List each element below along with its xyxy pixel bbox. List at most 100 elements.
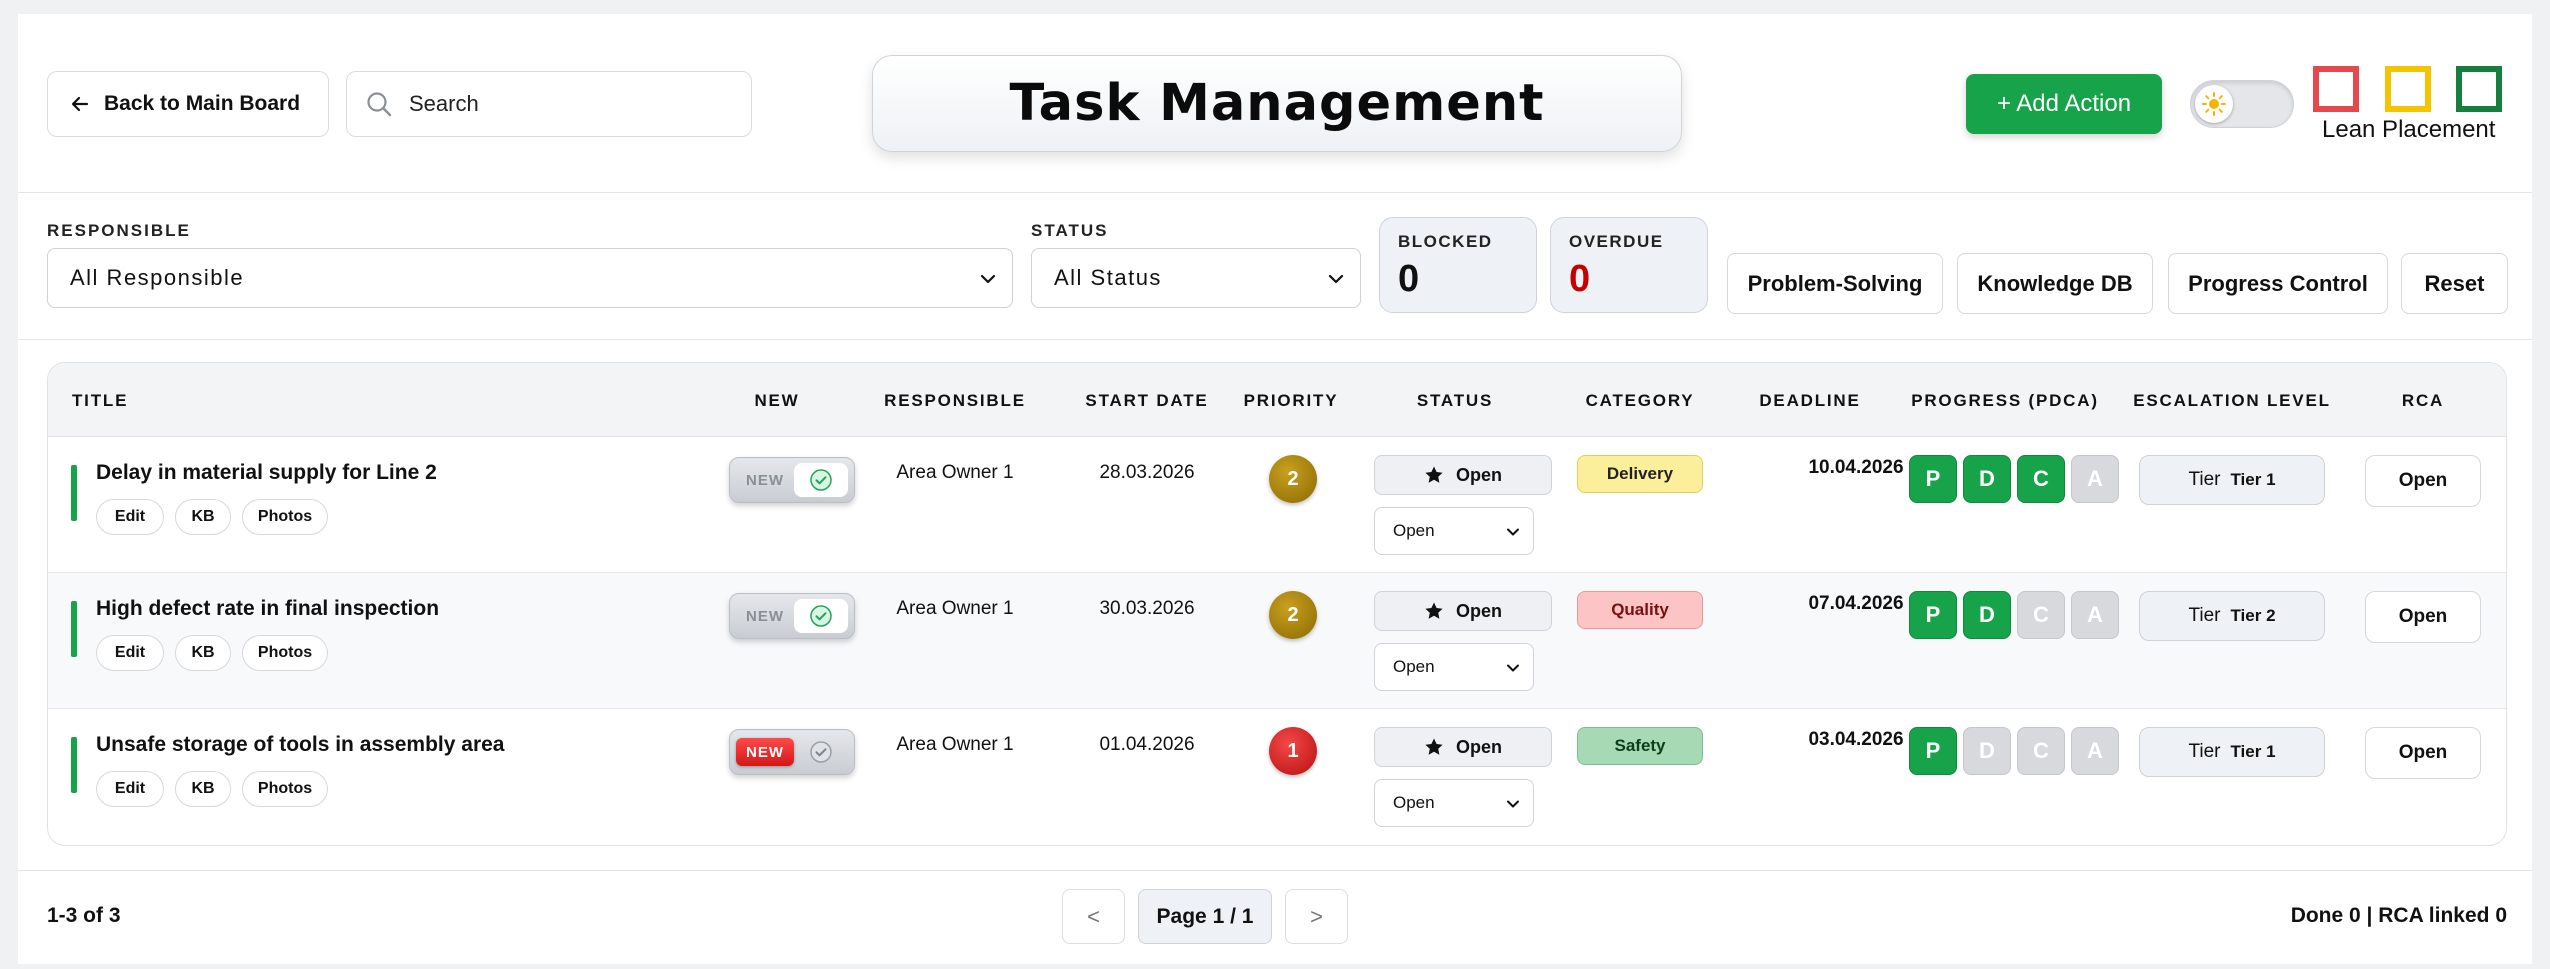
pdca-a[interactable]: A <box>2071 591 2119 639</box>
chevron-down-icon <box>980 274 996 284</box>
table-header: TITLE NEW RESPONSIBLE START DATE PRIORIT… <box>48 363 2506 437</box>
new-toggle-knob <box>794 599 848 633</box>
escalation-level[interactable]: Tier Tier 1 <box>2139 455 2325 505</box>
row-deadline: 07.04.2026 <box>1808 593 1904 614</box>
row-deadline: 10.04.2026 <box>1808 457 1904 478</box>
pdca-p[interactable]: P <box>1909 455 1957 503</box>
lean-red-square[interactable] <box>2313 66 2359 112</box>
status-pill[interactable]: Open <box>1374 455 1552 495</box>
status-pill-label: Open <box>1455 600 1502 621</box>
tier-prefix: Tier <box>2188 469 2221 490</box>
status-select[interactable]: All Status <box>1031 248 1361 308</box>
photos-button[interactable]: Photos <box>242 499 328 535</box>
kb-button[interactable]: KB <box>175 499 231 535</box>
col-deadline: DEADLINE <box>1759 391 1861 410</box>
edit-button[interactable]: Edit <box>96 635 164 671</box>
knowledge-db-button[interactable]: Knowledge DB <box>1957 253 2153 314</box>
row-start-date: 01.04.2026 <box>1099 734 1195 755</box>
col-start-date: START DATE <box>1085 391 1209 410</box>
add-action-button[interactable]: + Add Action <box>1966 74 2162 134</box>
pdca-a[interactable]: A <box>2071 455 2119 503</box>
progress-control-button[interactable]: Progress Control <box>2168 253 2388 314</box>
back-label: Back to Main Board <box>104 92 301 115</box>
reset-button[interactable]: Reset <box>2401 253 2508 314</box>
pdca-c[interactable]: C <box>2017 591 2065 639</box>
search-input[interactable] <box>407 90 737 118</box>
prev-page-button[interactable]: < <box>1062 889 1125 944</box>
pdca-d[interactable]: D <box>1963 727 2011 775</box>
pdca-p[interactable]: P <box>1909 727 1957 775</box>
check-circle-icon <box>810 469 832 491</box>
back-to-main-board-button[interactable]: Back to Main Board <box>47 71 329 137</box>
col-escalation-level: ESCALATION LEVEL <box>2133 391 2331 410</box>
responsible-select[interactable]: All Responsible <box>47 248 1013 308</box>
category-badge: Quality <box>1577 591 1703 629</box>
pdca-a[interactable]: A <box>2071 727 2119 775</box>
status-row-select-value: Open <box>1393 521 1435 540</box>
row-title: High defect rate in final inspection <box>96 597 440 620</box>
escalation-level[interactable]: Tier Tier 2 <box>2139 591 2325 641</box>
responsible-filter-label: RESPONSIBLE <box>47 221 191 240</box>
check-circle-icon <box>810 605 832 627</box>
rca-open-button[interactable]: Open <box>2365 591 2481 643</box>
new-toggle[interactable]: NEW <box>729 593 855 639</box>
search-icon <box>367 92 392 117</box>
status-row-select-value: Open <box>1393 793 1435 812</box>
result-count: 1-3 of 3 <box>47 904 121 927</box>
lean-green-square[interactable] <box>2456 66 2502 112</box>
row-responsible: Area Owner 1 <box>896 734 1014 755</box>
row-accent-bar <box>71 465 77 521</box>
lean-yellow-square[interactable] <box>2385 66 2431 112</box>
status-row-select[interactable]: Open <box>1374 643 1534 691</box>
edit-button[interactable]: Edit <box>96 771 164 807</box>
next-page-button[interactable]: > <box>1285 889 1348 944</box>
footer-divider <box>18 870 2532 871</box>
pdca-d[interactable]: D <box>1963 455 2011 503</box>
chevron-down-icon <box>1507 664 1519 672</box>
search-box[interactable] <box>346 71 752 137</box>
overdue-stat: OVERDUE 0 <box>1550 217 1708 313</box>
escalation-level[interactable]: Tier Tier 1 <box>2139 727 2325 777</box>
row-accent-bar <box>71 601 77 657</box>
status-filter-label: STATUS <box>1031 221 1109 240</box>
new-toggle[interactable]: NEW <box>729 457 855 503</box>
tier-value: Tier 1 <box>2230 742 2276 761</box>
photos-button[interactable]: Photos <box>242 771 328 807</box>
photos-button[interactable]: Photos <box>242 635 328 671</box>
problem-solving-button[interactable]: Problem-Solving <box>1727 253 1943 314</box>
pdca-d[interactable]: D <box>1963 591 2011 639</box>
edit-button[interactable]: Edit <box>96 499 164 535</box>
status-pill[interactable]: Open <box>1374 727 1552 767</box>
tier-value: Tier 1 <box>2230 470 2276 489</box>
page-title-box: Task Management <box>872 55 1682 152</box>
page-indicator: Page 1 / 1 <box>1138 889 1272 944</box>
category-badge: Delivery <box>1577 455 1703 493</box>
pdca-p[interactable]: P <box>1909 591 1957 639</box>
star-icon <box>1425 738 1443 755</box>
header-divider <box>18 192 2532 193</box>
kb-button[interactable]: KB <box>175 771 231 807</box>
status-pill[interactable]: Open <box>1374 591 1552 631</box>
rca-open-button[interactable]: Open <box>2365 727 2481 779</box>
priority-badge: 2 <box>1269 455 1317 503</box>
row-deadline: 03.04.2026 <box>1808 729 1904 750</box>
priority-badge: 1 <box>1269 727 1317 775</box>
table-row: Delay in material supply for Line 2 Edit… <box>48 437 2506 573</box>
blocked-label: BLOCKED <box>1398 232 1493 251</box>
responsible-select-value: All Responsible <box>70 265 245 290</box>
row-responsible: Area Owner 1 <box>896 598 1014 619</box>
pdca-c[interactable]: C <box>2017 727 2065 775</box>
status-row-select[interactable]: Open <box>1374 779 1534 827</box>
row-title: Unsafe storage of tools in assembly area <box>96 733 505 756</box>
new-label: NEW <box>746 471 784 489</box>
kb-button[interactable]: KB <box>175 635 231 671</box>
pdca-c[interactable]: C <box>2017 455 2065 503</box>
col-progress: PROGRESS (PDCA) <box>1911 391 2099 410</box>
overdue-count: 0 <box>1569 258 1591 300</box>
tier-prefix: Tier <box>2188 741 2221 762</box>
status-row-select[interactable]: Open <box>1374 507 1534 555</box>
check-circle-icon <box>810 741 832 763</box>
new-toggle[interactable]: NEW <box>729 729 855 775</box>
theme-toggle[interactable] <box>2190 80 2294 128</box>
rca-open-button[interactable]: Open <box>2365 455 2481 507</box>
